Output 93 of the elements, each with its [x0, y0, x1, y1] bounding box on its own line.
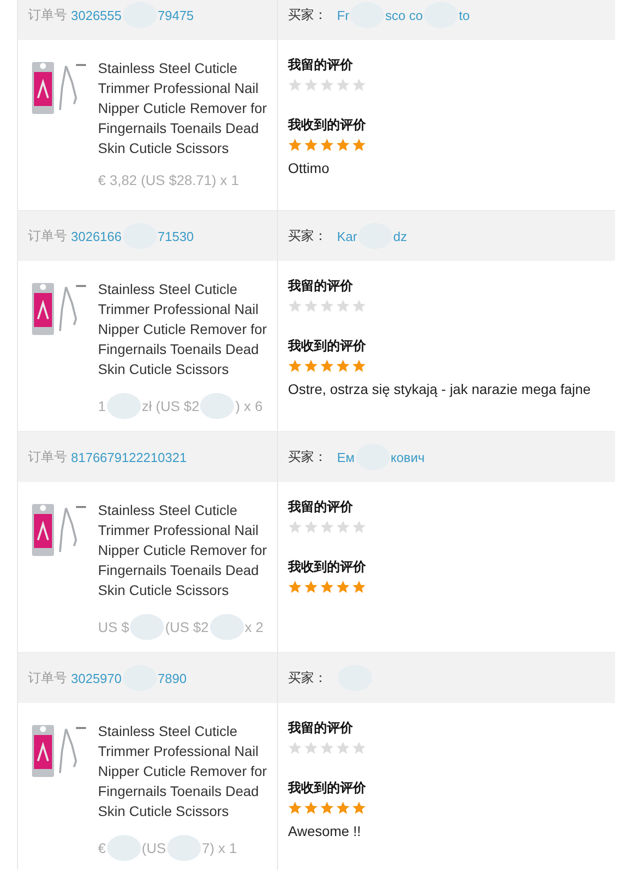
order-number[interactable]: 71530	[158, 228, 194, 244]
star-icon	[320, 138, 334, 152]
buyer-name[interactable]: to	[458, 8, 470, 22]
star-icon	[336, 78, 350, 92]
buyer-name[interactable]: Ем	[337, 450, 355, 464]
order-number[interactable]: 7890	[158, 670, 187, 686]
star-icon	[352, 299, 366, 313]
price-text: (US $2	[165, 619, 209, 635]
buyer-name[interactable]: dz	[393, 228, 407, 244]
redaction-blur	[106, 393, 141, 419]
product-title[interactable]: Stainless Steel Cuticle Trimmer Professional Nail Nipper Cuticle Remover for Fingernails Toenails Dead Skin Cuticle Scissors	[98, 500, 270, 600]
order-label: 订单号	[28, 448, 67, 466]
order-label: 订单号	[28, 227, 67, 245]
star-icon	[288, 741, 302, 755]
buyer-name[interactable]: Kar	[337, 228, 358, 244]
buyer-name[interactable]: sco co	[385, 8, 423, 22]
star-icon	[336, 580, 350, 594]
star-icon	[320, 359, 334, 373]
star-icon	[288, 138, 302, 152]
order-number[interactable]: 3025970	[71, 670, 122, 686]
order-label: 订单号	[28, 669, 67, 687]
order-label: 订单号	[28, 6, 67, 24]
star-icon	[320, 78, 334, 92]
star-icon	[352, 78, 366, 92]
buyer-name[interactable]: Fr	[337, 8, 350, 22]
product-title[interactable]: Stainless Steel Cuticle Trimmer Professional Nail Nipper Cuticle Remover for Fingernails Toenails Dead Skin Cuticle Scissors	[98, 58, 270, 158]
star-icon	[352, 741, 366, 755]
star-icon	[288, 359, 302, 373]
review-label: 我留的评价	[288, 499, 354, 516]
star-icon	[304, 359, 318, 373]
order-number[interactable]: 3026555	[71, 8, 122, 22]
star-icon	[288, 78, 302, 92]
redaction-blur	[106, 835, 141, 861]
star-icon	[336, 801, 350, 815]
buyer-label: 买家：	[288, 6, 327, 24]
price-text: zł (US $2	[142, 398, 200, 414]
star-icon	[336, 741, 350, 755]
price-text: 7) x 1	[202, 840, 237, 856]
price-text: x 2	[244, 619, 264, 635]
star-icon	[352, 359, 366, 373]
redaction-blur	[200, 393, 234, 419]
review-label: 我收到的评价	[288, 338, 367, 355]
star-icon	[304, 801, 318, 815]
star-icon	[304, 299, 318, 313]
price-text: US $	[98, 619, 130, 635]
star-icon	[320, 299, 334, 313]
star-icon	[320, 520, 334, 534]
star-icon	[336, 359, 350, 373]
review-label: 我收到的评价	[288, 117, 367, 134]
star-icon	[304, 580, 318, 594]
redaction-blur	[210, 614, 244, 640]
price-text: (US	[142, 840, 166, 856]
star-icon	[304, 741, 318, 755]
star-icon	[288, 520, 302, 534]
review-label: 我收到的评价	[288, 780, 367, 797]
star-icon	[336, 520, 350, 534]
buyer-label: 买家：	[288, 669, 327, 687]
star-icon	[304, 138, 318, 152]
star-icon	[288, 801, 302, 815]
price-text: ) x 6	[235, 398, 263, 414]
buyer-label: 买家：	[288, 448, 327, 466]
review-comment: Ostre, ostrza się stykają - jak narazie mega fajne	[288, 381, 592, 397]
star-icon	[352, 138, 366, 152]
price-text: 1	[98, 398, 106, 414]
review-label: 我留的评价	[288, 720, 354, 737]
order-number[interactable]: 79475	[158, 8, 194, 22]
review-comment: Awesome !!	[288, 823, 362, 839]
star-icon	[320, 801, 334, 815]
order-number[interactable]: 3026166	[71, 228, 122, 244]
star-icon	[304, 520, 318, 534]
star-icon	[304, 78, 318, 92]
review-label: 我留的评价	[288, 278, 354, 295]
redaction-blur	[166, 835, 201, 861]
product-title[interactable]: Stainless Steel Cuticle Trimmer Professional Nail Nipper Cuticle Remover for Fingernails Toenails Dead Skin Cuticle Scissors	[98, 721, 270, 821]
price-text: € 3,82 (US $28.71) x 1	[98, 172, 239, 188]
star-icon	[336, 299, 350, 313]
product-title[interactable]: Stainless Steel Cuticle Trimmer Professional Nail Nipper Cuticle Remover for Fingernails Toenails Dead Skin Cuticle Scissors	[98, 279, 270, 379]
star-icon	[288, 299, 302, 313]
star-icon	[320, 580, 334, 594]
price-text: €	[98, 840, 106, 856]
star-icon	[288, 580, 302, 594]
star-icon	[352, 580, 366, 594]
star-icon	[352, 520, 366, 534]
star-icon	[320, 741, 334, 755]
order-number[interactable]: 8176679122210321	[71, 450, 187, 464]
redaction-blur	[130, 614, 164, 640]
star-icon	[336, 138, 350, 152]
buyer-label: 买家：	[288, 227, 327, 245]
star-icon	[352, 801, 366, 815]
review-label: 我收到的评价	[288, 559, 367, 576]
review-label: 我留的评价	[288, 57, 354, 74]
review-comment: Ottimo	[288, 160, 330, 176]
buyer-name[interactable]: кович	[390, 450, 425, 464]
